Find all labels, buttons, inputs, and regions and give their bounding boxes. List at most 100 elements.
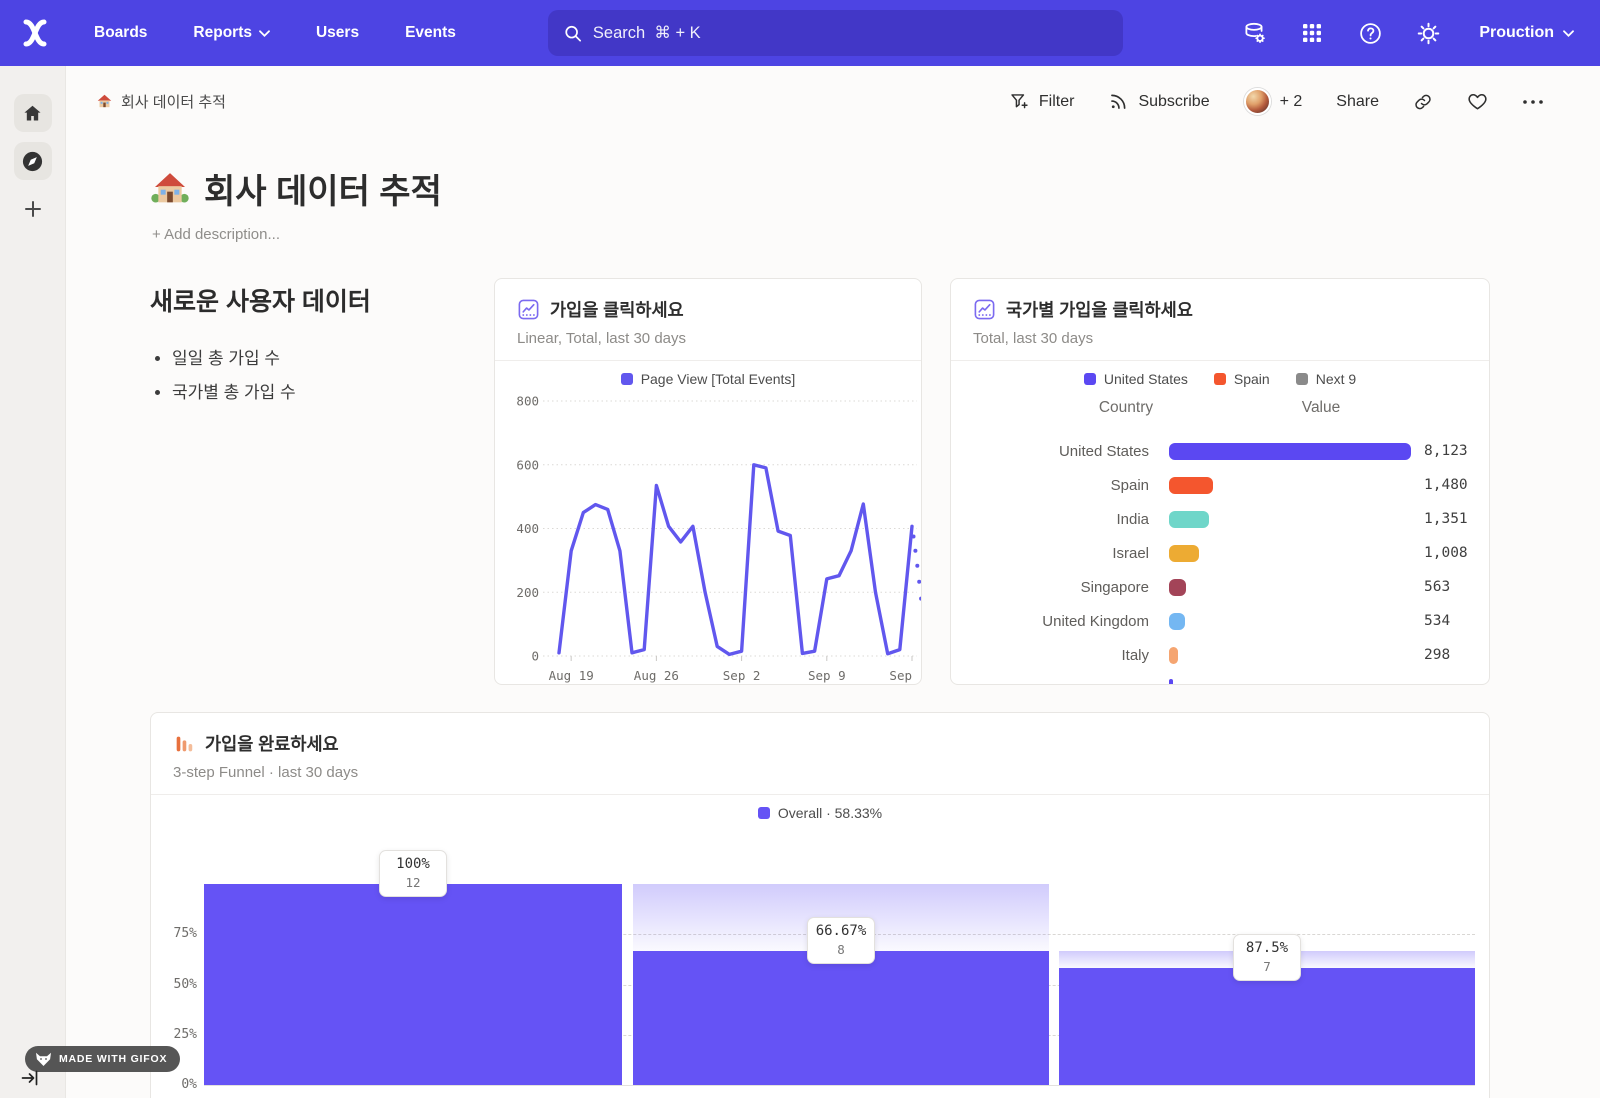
bar-legend-item[interactable]: United States — [1084, 371, 1188, 387]
expand-sidebar-button[interactable] — [20, 1068, 40, 1093]
filter-button[interactable]: Filter — [1009, 91, 1075, 112]
country-bar[interactable] — [1169, 545, 1199, 562]
funnel-bar[interactable] — [204, 884, 622, 1085]
clipped-row-bar — [1169, 679, 1173, 685]
funnel-card-subtitle: 3-step Funnel · last 30 days — [173, 764, 1467, 794]
discover-button[interactable] — [14, 142, 52, 180]
subscribe-button[interactable]: Subscribe — [1108, 91, 1209, 112]
mixpanel-board-page: { "navbar": { "menu": ["Boards", "Report… — [0, 0, 1600, 1098]
funnel-step-pct: 100% — [380, 856, 446, 872]
country-label: Israel — [951, 545, 1149, 562]
bar-legend-item[interactable]: Next 9 — [1296, 371, 1356, 387]
funnel-step-label: 100%12 — [379, 850, 447, 897]
mixpanel-logo-icon[interactable] — [16, 14, 54, 52]
line-chart-icon — [517, 298, 540, 321]
country-bar-row[interactable]: Italy298 — [951, 638, 1489, 672]
funnel-y-tick: 0% — [161, 1077, 197, 1092]
country-bar-row[interactable]: India1,351 — [951, 502, 1489, 536]
funnel-bar[interactable] — [633, 951, 1049, 1085]
divider — [495, 360, 921, 361]
filter-label: Filter — [1039, 93, 1075, 111]
bar-legend[interactable]: United States Spain Next 9 — [951, 371, 1489, 387]
search-input[interactable] — [593, 24, 1107, 43]
more-menu-button[interactable] — [1522, 99, 1544, 105]
house-emoji-icon — [96, 93, 113, 110]
data-management-icon[interactable] — [1241, 20, 1267, 46]
funnel-chart-card[interactable]: 가입을 완료하세요 3-step Funnel · last 30 days O… — [150, 712, 1490, 1098]
page-title[interactable]: 회사 데이터 추적 — [150, 164, 442, 213]
funnel-legend[interactable]: Overall · 58.33% — [151, 805, 1489, 821]
country-value: 8,123 — [1424, 443, 1468, 459]
breadcrumb[interactable]: 회사 데이터 추적 — [96, 91, 226, 112]
line-card-title: 가입을 클릭하세요 — [550, 297, 684, 322]
country-label: Spain — [951, 477, 1149, 494]
country-bar[interactable] — [1169, 613, 1185, 630]
svg-text:Sep 2: Sep 2 — [723, 668, 761, 683]
rss-icon — [1108, 91, 1129, 112]
country-bar[interactable] — [1169, 579, 1186, 596]
country-bar[interactable] — [1169, 443, 1411, 460]
settings-gear-icon[interactable] — [1415, 20, 1441, 46]
country-value: 298 — [1424, 647, 1450, 663]
country-bar-row[interactable]: Israel1,008 — [951, 536, 1489, 570]
country-bar-row[interactable]: Spain 1,480 — [951, 468, 1489, 502]
svg-text:Aug 19: Aug 19 — [549, 668, 594, 683]
line-legend[interactable]: Page View [Total Events] — [495, 371, 921, 387]
country-bar-row[interactable]: United Kingdom534 — [951, 604, 1489, 638]
divider — [151, 794, 1489, 795]
svg-text:Aug 26: Aug 26 — [634, 668, 679, 683]
funnel-step-label: 66.67%8 — [807, 917, 875, 964]
bar-legend-item[interactable]: Spain — [1214, 371, 1270, 387]
line-legend-swatch — [621, 373, 633, 385]
fox-icon — [35, 1052, 52, 1067]
svg-text:Sep 16: Sep 16 — [889, 668, 921, 683]
project-name: Prouction — [1479, 24, 1554, 42]
bar-chart-card[interactable]: 국가별 가입을 클릭하세요 Total, last 30 days United… — [950, 278, 1490, 685]
subscribe-label: Subscribe — [1138, 93, 1209, 111]
nav-item-reports[interactable]: Reports — [193, 24, 270, 42]
line-chart-card[interactable]: 가입을 클릭하세요 Linear, Total, last 30 days Pa… — [494, 278, 922, 685]
svg-text:0: 0 — [531, 649, 539, 664]
country-bar[interactable] — [1169, 477, 1213, 494]
nav-item-boards[interactable]: Boards — [94, 24, 147, 42]
copy-link-button[interactable] — [1413, 92, 1433, 112]
text-card[interactable]: 새로운 사용자 데이터 일일 총 가입 수 국가별 총 가입 수 — [150, 282, 490, 412]
funnel-card-title: 가입을 완료하세요 — [205, 731, 339, 756]
favorite-button[interactable] — [1467, 91, 1488, 112]
share-button[interactable]: Share — [1336, 93, 1379, 111]
funnel-y-tick: 25% — [161, 1027, 197, 1042]
page-title-text: 회사 데이터 추적 — [204, 164, 442, 213]
country-label: United Kingdom — [951, 613, 1149, 630]
search-icon — [564, 24, 582, 43]
arrow-to-bar-icon — [20, 1068, 40, 1088]
global-search[interactable] — [548, 10, 1123, 56]
project-switcher[interactable]: Prouction — [1479, 24, 1574, 42]
svg-text:Sep 9: Sep 9 — [808, 668, 846, 683]
collaborators[interactable]: + 2 — [1244, 88, 1303, 115]
line-card-header: 가입을 클릭하세요 Linear, Total, last 30 days — [495, 279, 921, 360]
add-board-button[interactable] — [14, 190, 52, 228]
country-bar-row[interactable]: United States8,123 — [951, 434, 1489, 468]
line-chart-plot[interactable]: 0200400600800Aug 19Aug 26Sep 2Sep 9Sep 1… — [495, 389, 921, 685]
country-value: 1,480 — [1424, 477, 1468, 493]
country-bar[interactable] — [1169, 647, 1178, 664]
svg-text:200: 200 — [516, 585, 539, 600]
funnel-step-count: 8 — [808, 942, 874, 957]
home-icon — [22, 103, 43, 124]
nav-item-users[interactable]: Users — [316, 24, 359, 42]
help-icon[interactable] — [1357, 20, 1383, 46]
avatar — [1244, 88, 1271, 115]
country-bar-row[interactable]: Singapore563 — [951, 570, 1489, 604]
divider — [951, 360, 1489, 361]
home-button[interactable] — [14, 94, 52, 132]
gifox-badge[interactable]: MADE WITH GIFOX — [25, 1046, 180, 1072]
left-sidebar — [0, 66, 66, 1098]
funnel-bar[interactable] — [1059, 968, 1475, 1085]
apps-grid-icon[interactable] — [1299, 20, 1325, 46]
funnel-chart-icon — [173, 733, 195, 755]
nav-item-events[interactable]: Events — [405, 24, 456, 42]
country-bar[interactable] — [1169, 511, 1209, 528]
nav-item-label: Reports — [193, 24, 252, 42]
nav-menu: Boards Reports Users Events — [94, 24, 456, 42]
add-description[interactable]: + Add description... — [152, 226, 280, 243]
